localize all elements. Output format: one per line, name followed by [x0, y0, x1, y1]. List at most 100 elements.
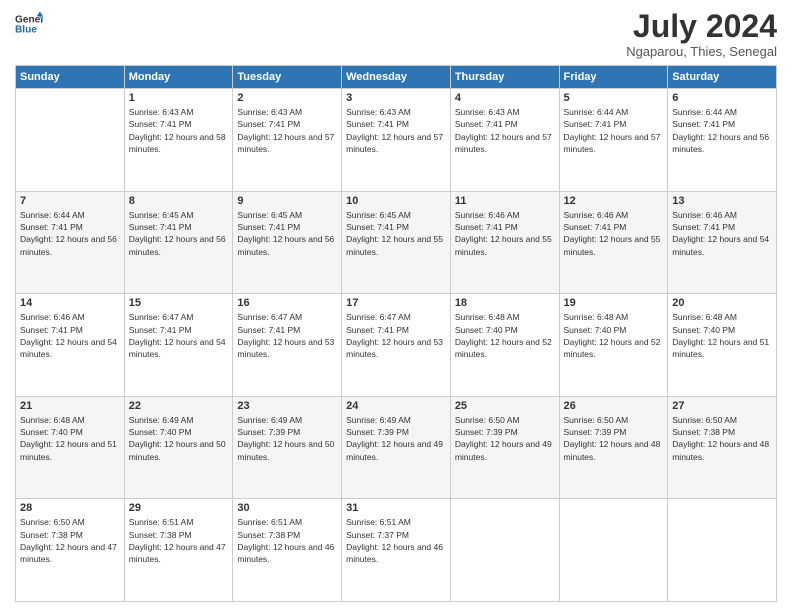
daylight-text: Daylight: 12 hours and 46 minutes. — [237, 541, 337, 566]
sunrise-text: Sunrise: 6:50 AM — [672, 414, 772, 426]
daylight-text: Daylight: 12 hours and 58 minutes. — [129, 131, 229, 156]
day-number: 24 — [346, 400, 446, 412]
day-number: 28 — [20, 502, 120, 514]
daylight-text: Daylight: 12 hours and 48 minutes. — [672, 438, 772, 463]
day-number: 18 — [455, 297, 555, 309]
sunrise-text: Sunrise: 6:48 AM — [564, 311, 664, 323]
day-info: Sunrise: 6:48 AMSunset: 7:40 PMDaylight:… — [455, 311, 555, 360]
daylight-text: Daylight: 12 hours and 57 minutes. — [346, 131, 446, 156]
sunset-text: Sunset: 7:41 PM — [346, 221, 446, 233]
daylight-text: Daylight: 12 hours and 56 minutes. — [129, 233, 229, 258]
sunrise-text: Sunrise: 6:48 AM — [672, 311, 772, 323]
calendar-cell: 26Sunrise: 6:50 AMSunset: 7:39 PMDayligh… — [559, 396, 668, 499]
day-number: 17 — [346, 297, 446, 309]
calendar-table: SundayMondayTuesdayWednesdayThursdayFrid… — [15, 65, 777, 602]
logo-icon: General Blue — [15, 10, 43, 38]
calendar-cell — [16, 89, 125, 192]
day-info: Sunrise: 6:46 AMSunset: 7:41 PMDaylight:… — [455, 209, 555, 258]
sunrise-text: Sunrise: 6:44 AM — [20, 209, 120, 221]
day-info: Sunrise: 6:46 AMSunset: 7:41 PMDaylight:… — [20, 311, 120, 360]
sunrise-text: Sunrise: 6:48 AM — [455, 311, 555, 323]
day-info: Sunrise: 6:43 AMSunset: 7:41 PMDaylight:… — [237, 106, 337, 155]
day-number: 27 — [672, 400, 772, 412]
calendar-cell: 2 Sunrise: 6:43 AMSunset: 7:41 PMDaylight… — [233, 89, 342, 192]
sunset-text: Sunset: 7:40 PM — [672, 324, 772, 336]
sunset-text: Sunset: 7:39 PM — [346, 426, 446, 438]
day-number: 6 — [672, 92, 772, 104]
sunset-text: Sunset: 7:41 PM — [346, 324, 446, 336]
daylight-text: Daylight: 12 hours and 51 minutes. — [20, 438, 120, 463]
day-info: Sunrise: 6:49 AMSunset: 7:39 PMDaylight:… — [237, 414, 337, 463]
sunset-text: Sunset: 7:41 PM — [237, 118, 337, 130]
day-number: 21 — [20, 400, 120, 412]
calendar-cell: 12Sunrise: 6:46 AMSunset: 7:41 PMDayligh… — [559, 191, 668, 294]
calendar-week-4: 28 Sunrise: 6:50 AMSunset: 7:38 PMDayligh… — [16, 499, 777, 602]
calendar-cell — [559, 499, 668, 602]
sunset-text: Sunset: 7:38 PM — [129, 529, 229, 541]
sunset-text: Sunset: 7:40 PM — [455, 324, 555, 336]
daylight-text: Daylight: 12 hours and 54 minutes. — [672, 233, 772, 258]
day-info: Sunrise: 6:43 AMSunset: 7:41 PMDaylight:… — [129, 106, 229, 155]
sunset-text: Sunset: 7:38 PM — [672, 426, 772, 438]
day-number: 2 — [237, 92, 337, 104]
calendar-cell: 14Sunrise: 6:46 AMSunset: 7:41 PMDayligh… — [16, 294, 125, 397]
sunset-text: Sunset: 7:41 PM — [455, 118, 555, 130]
sunset-text: Sunset: 7:41 PM — [672, 118, 772, 130]
sunrise-text: Sunrise: 6:49 AM — [237, 414, 337, 426]
day-number: 3 — [346, 92, 446, 104]
daylight-text: Daylight: 12 hours and 48 minutes. — [564, 438, 664, 463]
sunset-text: Sunset: 7:41 PM — [564, 118, 664, 130]
logo: General Blue — [15, 10, 43, 38]
calendar-cell: 19 Sunrise: 6:48 AMSunset: 7:40 PMDayligh… — [559, 294, 668, 397]
calendar-cell: 15 Sunrise: 6:47 AMSunset: 7:41 PMDayligh… — [124, 294, 233, 397]
sunrise-text: Sunrise: 6:46 AM — [455, 209, 555, 221]
sunrise-text: Sunrise: 6:50 AM — [455, 414, 555, 426]
sunset-text: Sunset: 7:41 PM — [129, 324, 229, 336]
sunset-text: Sunset: 7:41 PM — [129, 221, 229, 233]
day-number: 19 — [564, 297, 664, 309]
sunrise-text: Sunrise: 6:43 AM — [346, 106, 446, 118]
day-info: Sunrise: 6:44 AMSunset: 7:41 PMDaylight:… — [564, 106, 664, 155]
day-number: 5 — [564, 92, 664, 104]
calendar-page: General Blue July 2024 Ngaparou, Thies, … — [0, 0, 792, 612]
daylight-text: Daylight: 12 hours and 50 minutes. — [237, 438, 337, 463]
sunset-text: Sunset: 7:41 PM — [346, 118, 446, 130]
day-info: Sunrise: 6:44 AMSunset: 7:41 PMDaylight:… — [20, 209, 120, 258]
sunrise-text: Sunrise: 6:51 AM — [237, 516, 337, 528]
day-number: 1 — [129, 92, 229, 104]
month-title: July 2024 — [626, 10, 777, 42]
location: Ngaparou, Thies, Senegal — [626, 44, 777, 59]
day-number: 30 — [237, 502, 337, 514]
daylight-text: Daylight: 12 hours and 57 minutes. — [237, 131, 337, 156]
day-number: 22 — [129, 400, 229, 412]
calendar-week-2: 14Sunrise: 6:46 AMSunset: 7:41 PMDayligh… — [16, 294, 777, 397]
day-info: Sunrise: 6:43 AMSunset: 7:41 PMDaylight:… — [455, 106, 555, 155]
day-number: 15 — [129, 297, 229, 309]
day-info: Sunrise: 6:47 AMSunset: 7:41 PMDaylight:… — [237, 311, 337, 360]
day-info: Sunrise: 6:51 AMSunset: 7:38 PMDaylight:… — [129, 516, 229, 565]
sunset-text: Sunset: 7:39 PM — [455, 426, 555, 438]
day-info: Sunrise: 6:51 AMSunset: 7:37 PMDaylight:… — [346, 516, 446, 565]
daylight-text: Daylight: 12 hours and 57 minutes. — [455, 131, 555, 156]
day-info: Sunrise: 6:48 AMSunset: 7:40 PMDaylight:… — [564, 311, 664, 360]
daylight-text: Daylight: 12 hours and 49 minutes. — [346, 438, 446, 463]
calendar-week-1: 7Sunrise: 6:44 AMSunset: 7:41 PMDaylight… — [16, 191, 777, 294]
daylight-text: Daylight: 12 hours and 56 minutes. — [237, 233, 337, 258]
daylight-text: Daylight: 12 hours and 51 minutes. — [672, 336, 772, 361]
calendar-cell: 8Sunrise: 6:45 AMSunset: 7:41 PMDaylight… — [124, 191, 233, 294]
calendar-cell: 24Sunrise: 6:49 AMSunset: 7:39 PMDayligh… — [342, 396, 451, 499]
sunrise-text: Sunrise: 6:50 AM — [564, 414, 664, 426]
calendar-cell: 1 Sunrise: 6:43 AMSunset: 7:41 PMDaylight… — [124, 89, 233, 192]
calendar-cell: 22Sunrise: 6:49 AMSunset: 7:40 PMDayligh… — [124, 396, 233, 499]
calendar-cell: 16 Sunrise: 6:47 AMSunset: 7:41 PMDayligh… — [233, 294, 342, 397]
day-info: Sunrise: 6:50 AMSunset: 7:38 PMDaylight:… — [20, 516, 120, 565]
day-info: Sunrise: 6:47 AMSunset: 7:41 PMDaylight:… — [129, 311, 229, 360]
sunset-text: Sunset: 7:37 PM — [346, 529, 446, 541]
sunset-text: Sunset: 7:38 PM — [237, 529, 337, 541]
day-number: 7 — [20, 195, 120, 207]
calendar-cell: 28 Sunrise: 6:50 AMSunset: 7:38 PMDayligh… — [16, 499, 125, 602]
sunrise-text: Sunrise: 6:46 AM — [672, 209, 772, 221]
day-number: 16 — [237, 297, 337, 309]
col-header-monday: Monday — [124, 66, 233, 89]
calendar-cell: 21Sunrise: 6:48 AMSunset: 7:40 PMDayligh… — [16, 396, 125, 499]
